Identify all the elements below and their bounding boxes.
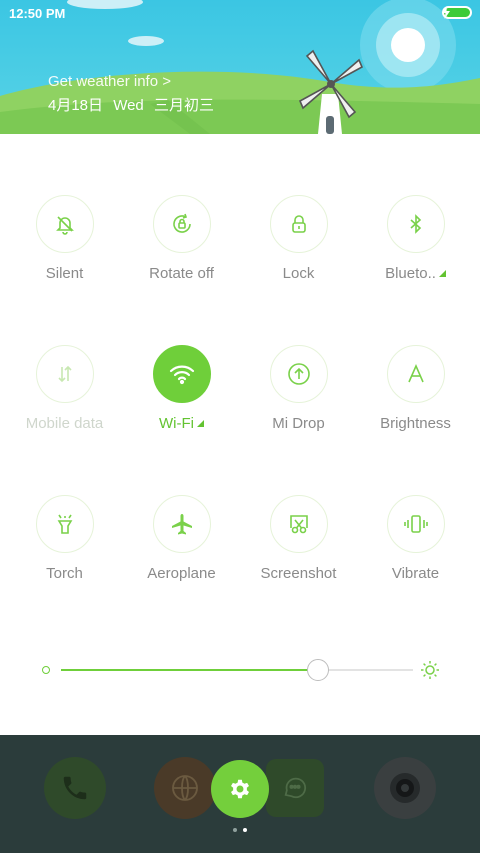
torch-icon	[57, 514, 72, 534]
mi-drop-icon	[287, 363, 310, 385]
toggle-torch[interactable]: Torch	[6, 495, 123, 582]
date: 4月18日	[48, 97, 104, 114]
toggle-screenshot[interactable]: Screenshot	[240, 495, 357, 582]
expand-indicator-icon	[438, 270, 446, 277]
toggle-silent-button[interactable]	[35, 195, 94, 253]
phone-icon	[63, 776, 87, 800]
settings-button[interactable]	[211, 760, 269, 818]
page-dot-active	[243, 828, 247, 832]
toggle-label: Lock	[282, 265, 315, 282]
brightness-slider-fill	[61, 669, 318, 671]
toggle-label: Rotate off	[149, 265, 214, 282]
toggle-label: Mi Drop	[272, 415, 325, 432]
toggle-lock-button[interactable]	[269, 195, 328, 253]
toggle-label: Vibrate	[391, 565, 440, 582]
toggle-screenshot-button[interactable]	[269, 495, 328, 553]
dock-messages-app[interactable]	[266, 759, 324, 817]
toggle-rotate[interactable]: Rotate off	[123, 195, 240, 282]
brightness-slider-thumb[interactable]	[306, 659, 329, 681]
wifi-icon	[169, 365, 194, 385]
page-dot	[233, 828, 237, 832]
weather-info-link[interactable]: Get weather info >	[48, 73, 171, 90]
rotate-lock-icon	[172, 213, 191, 233]
status-icons	[442, 6, 472, 19]
toggle-label: Silent	[45, 265, 84, 282]
brightness-auto-icon	[407, 364, 424, 383]
screenshot-icon	[289, 515, 308, 534]
bell-off-icon	[55, 216, 74, 235]
bluetooth-icon	[409, 214, 421, 234]
dock-phone-app[interactable]	[44, 757, 106, 819]
lock-icon	[291, 215, 306, 233]
toggle-label: Aeroplane	[147, 565, 216, 582]
toggle-vibrate[interactable]: Vibrate	[357, 495, 474, 582]
toggle-mi-drop[interactable]: Mi Drop	[240, 345, 357, 432]
brightness-slider[interactable]	[40, 657, 440, 683]
toggle-aeroplane[interactable]: Aeroplane	[123, 495, 240, 582]
date-line: 4月18日 Wed 三月初三	[48, 94, 220, 115]
toggle-rotate-button[interactable]	[152, 195, 211, 253]
brightness-low-icon	[42, 666, 50, 674]
lunar-date: 三月初三	[153, 97, 214, 114]
toggle-label: Screenshot	[260, 565, 337, 582]
messages-icon	[284, 777, 307, 799]
dock-camera-app[interactable]	[374, 757, 436, 819]
toggle-mobile-data[interactable]: Mobile data	[6, 345, 123, 432]
toggle-vibrate-button[interactable]	[386, 495, 445, 553]
toggle-torch-button[interactable]	[35, 495, 94, 553]
status-time: 12:50 PM	[9, 6, 66, 21]
page-indicator	[0, 828, 480, 832]
gear-icon	[231, 779, 249, 799]
dock-browser-app[interactable]	[154, 757, 216, 819]
weather-header: 12:50 PM Get weather info > 4月18日 Wed 三月…	[0, 0, 480, 134]
toggle-wifi-button[interactable]	[152, 345, 211, 403]
airplane-icon	[171, 514, 192, 535]
expand-indicator-icon	[196, 420, 204, 427]
toggle-label: Mobile data	[25, 415, 104, 432]
toggle-bluetooth-button[interactable]	[386, 195, 445, 253]
toggle-label: Brightness	[380, 415, 451, 432]
toggle-mobile-data-button[interactable]	[35, 345, 94, 403]
toggle-brightness[interactable]: Brightness	[357, 345, 474, 432]
charging-icon	[442, 6, 450, 19]
toggle-label: Wi-Fi	[123, 415, 240, 432]
brightness-slider-track[interactable]	[61, 669, 413, 671]
weekday: Wed	[113, 97, 144, 114]
toggle-silent[interactable]: Silent	[6, 195, 123, 282]
mobile-data-icon	[57, 365, 72, 383]
vibrate-icon	[403, 515, 428, 533]
toggle-aeroplane-button[interactable]	[152, 495, 211, 553]
toggle-bluetooth[interactable]: Blueto..	[357, 195, 474, 282]
browser-icon	[172, 775, 198, 801]
camera-icon	[390, 773, 420, 803]
toggle-label: Blueto..	[357, 265, 474, 282]
toggle-lock[interactable]: Lock	[240, 195, 357, 282]
toggle-mi-drop-button[interactable]	[269, 345, 328, 403]
toggle-wifi[interactable]: Wi-Fi	[123, 345, 240, 432]
brightness-high-icon	[421, 661, 439, 679]
toggle-label: Torch	[46, 565, 83, 582]
toggle-brightness-button[interactable]	[386, 345, 445, 403]
